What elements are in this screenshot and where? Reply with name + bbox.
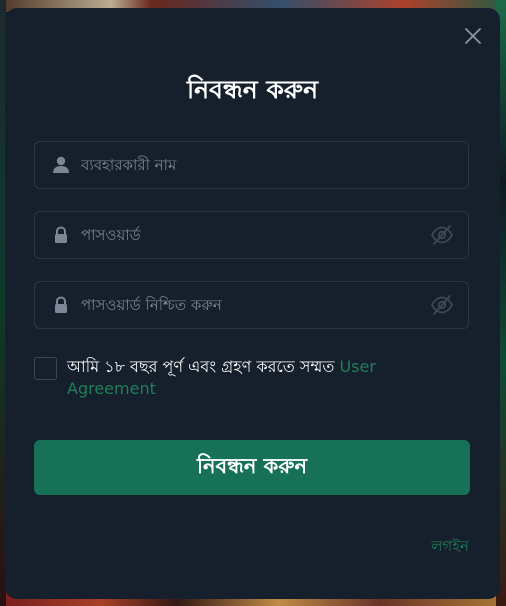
close-icon — [465, 28, 481, 44]
register-modal: নিবন্ধন করুন আমি ১৮ বছর — [5, 8, 500, 599]
confirm-password-field-container — [34, 281, 469, 329]
confirm-password-input[interactable] — [81, 282, 411, 328]
agreement-label: আমি ১৮ বছর পূর্ণ এবং গ্রহণ করতে সম্মত Us… — [67, 356, 457, 400]
agreement-text: আমি ১৮ বছর পূর্ণ এবং গ্রহণ করতে সম্মত — [67, 357, 340, 376]
modal-title: নিবন্ধন করুন — [186, 75, 318, 104]
user-icon — [53, 156, 69, 173]
eye-off-icon[interactable] — [430, 294, 454, 316]
password-field-container — [34, 211, 469, 259]
login-link[interactable]: লগইন — [385, 535, 469, 560]
eye-off-icon[interactable] — [430, 224, 454, 246]
register-submit-button[interactable]: নিবন্ধন করুন — [34, 440, 470, 495]
username-field-container — [34, 141, 469, 189]
lock-icon — [55, 296, 67, 313]
lock-icon — [55, 226, 67, 243]
password-input[interactable] — [81, 212, 411, 258]
agreement-checkbox[interactable] — [34, 357, 57, 380]
username-input[interactable] — [81, 142, 411, 188]
close-button[interactable] — [461, 24, 485, 48]
